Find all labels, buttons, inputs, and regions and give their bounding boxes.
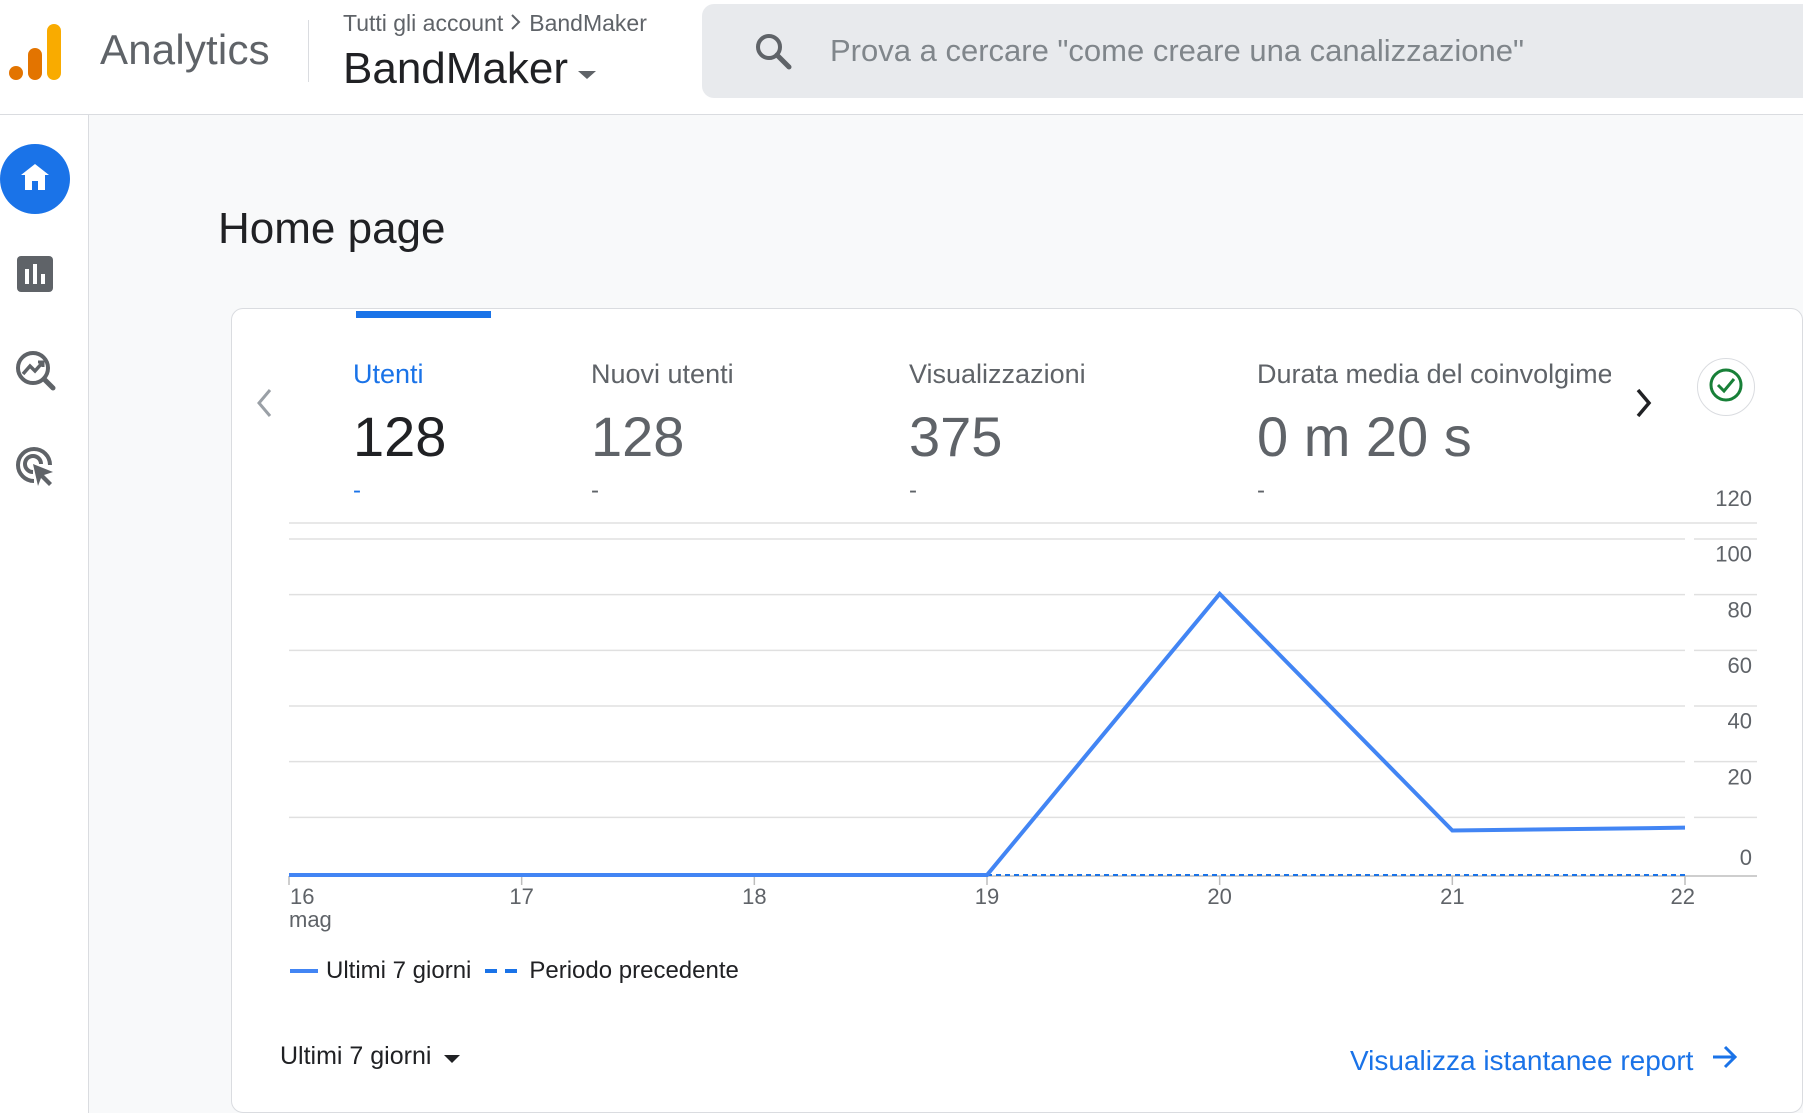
x-tick-label: 18 bbox=[742, 884, 766, 909]
y-tick-label: 120 bbox=[1715, 486, 1752, 511]
x-tick-label: 21 bbox=[1440, 884, 1464, 909]
search-input[interactable] bbox=[830, 4, 1790, 98]
y-tick-label: 80 bbox=[1728, 597, 1752, 622]
nav-reports[interactable] bbox=[0, 241, 70, 311]
property-name: BandMaker bbox=[343, 44, 569, 93]
caret-down-icon bbox=[576, 42, 598, 92]
x-tick-label: 16 bbox=[290, 884, 314, 909]
nav-advertising[interactable] bbox=[0, 433, 70, 503]
nav-home[interactable] bbox=[0, 144, 70, 214]
y-tick-label: 100 bbox=[1715, 542, 1752, 567]
explore-trend-icon bbox=[14, 349, 56, 396]
legend-label: Periodo precedente bbox=[529, 957, 739, 984]
bar-chart-icon bbox=[16, 255, 54, 298]
overview-card: Utenti 128 - Nuovi utenti 128 - Visualiz… bbox=[231, 308, 1803, 1113]
breadcrumb-root[interactable]: Tutti gli account bbox=[343, 10, 503, 36]
view-report-snapshot-link[interactable]: Visualizza istantanee report bbox=[1350, 1044, 1739, 1077]
search-bar[interactable] bbox=[702, 4, 1803, 98]
left-nav bbox=[0, 115, 89, 1113]
property-selector[interactable]: BandMaker bbox=[343, 44, 598, 96]
analytics-logo-icon[interactable] bbox=[8, 22, 62, 82]
top-app-bar: Analytics Tutti gli account BandMaker Ban… bbox=[0, 0, 1803, 115]
breadcrumb: Tutti gli account BandMaker bbox=[343, 10, 647, 37]
target-cursor-icon bbox=[14, 445, 56, 492]
chevron-right-icon bbox=[509, 10, 523, 37]
series-line-current bbox=[289, 590, 1686, 877]
y-tick-label: 20 bbox=[1728, 764, 1752, 789]
legend-item-current: Ultimi 7 giorni bbox=[290, 957, 471, 985]
users-line-chart: 0 20 40 60 80 100 120 16 17 18 19 20 21 22 mag bbox=[288, 486, 1757, 932]
page-title: Home page bbox=[218, 204, 446, 253]
date-range-label: Ultimi 7 giorni bbox=[280, 1042, 432, 1070]
legend-swatch-dashed bbox=[485, 969, 522, 973]
x-tick-label: 22 bbox=[1671, 884, 1695, 909]
y-tick-label: 60 bbox=[1728, 653, 1752, 678]
x-tick-label: 17 bbox=[509, 884, 533, 909]
arrow-right-icon bbox=[1711, 1044, 1739, 1077]
app-title: Analytics bbox=[100, 26, 270, 73]
header-divider bbox=[308, 20, 309, 82]
nav-explore[interactable] bbox=[0, 337, 70, 407]
caret-down-icon bbox=[443, 1042, 461, 1071]
legend-label: Ultimi 7 giorni bbox=[326, 957, 472, 984]
breadcrumb-current[interactable]: BandMaker bbox=[529, 10, 647, 36]
chart-legend: Ultimi 7 giorni Periodo precedente bbox=[290, 957, 753, 985]
home-icon bbox=[18, 160, 52, 199]
search-icon[interactable] bbox=[754, 32, 792, 75]
legend-item-previous: Periodo precedente bbox=[485, 957, 739, 985]
x-tick-label: 20 bbox=[1207, 884, 1231, 909]
x-tick-label: 19 bbox=[975, 884, 999, 909]
date-range-selector[interactable]: Ultimi 7 giorni bbox=[280, 1042, 461, 1071]
report-link-label: Visualizza istantanee report bbox=[1350, 1044, 1694, 1076]
y-tick-label: 40 bbox=[1728, 709, 1752, 734]
legend-swatch-solid bbox=[290, 969, 318, 973]
x-tick-sublabel: mag bbox=[289, 907, 332, 932]
y-tick-label: 0 bbox=[1740, 845, 1752, 870]
